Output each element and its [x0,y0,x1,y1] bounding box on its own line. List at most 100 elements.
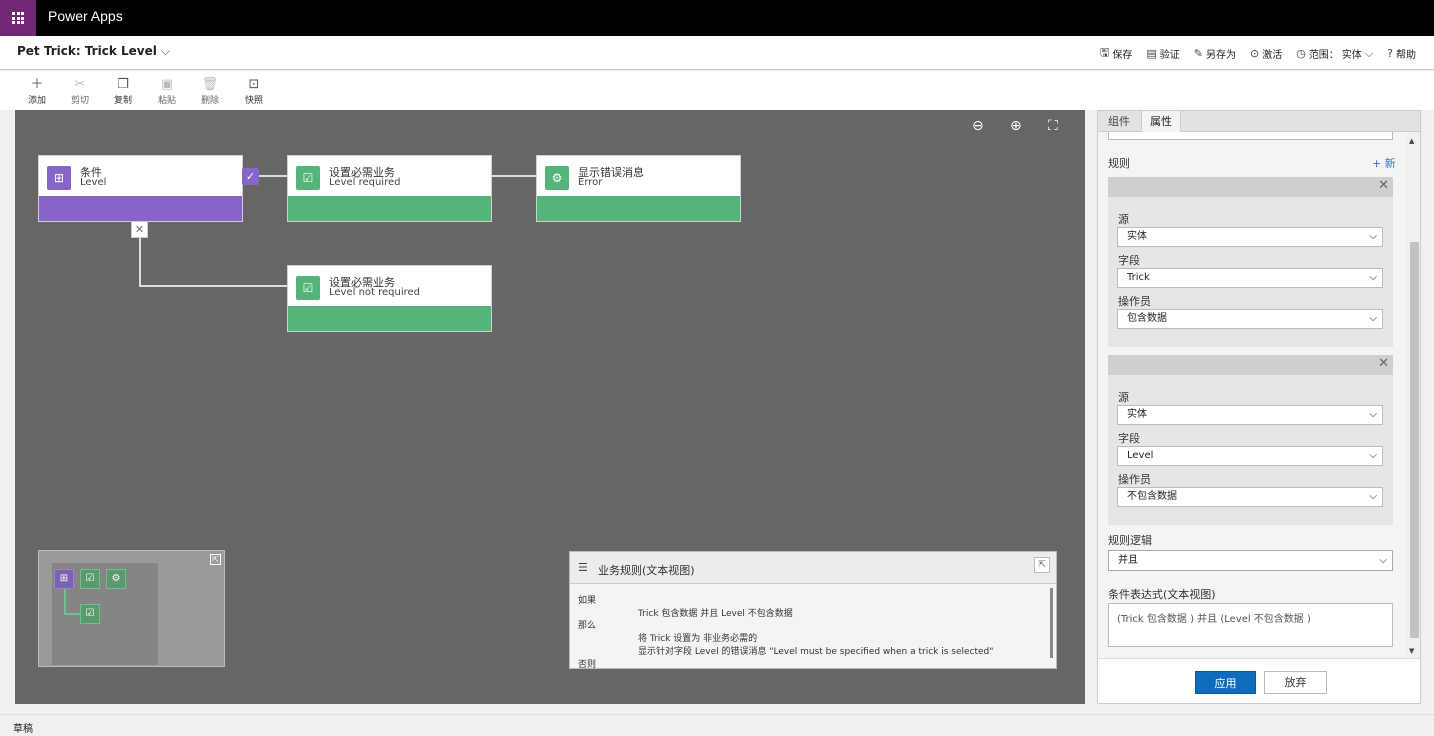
rule-name-dropdown[interactable]: Pet Trick: Trick Level ⌵ [17,44,170,59]
field-label: 字段 [1118,432,1140,445]
rule-logic-select[interactable]: 并且 ⌵ [1108,550,1393,571]
operator-select[interactable]: 不包含数据 ⌵ [1117,487,1383,507]
text-view-body: 如果 Trick 包含数据 并且 Level 不包含数据 那么 将 Trick … [570,585,1056,670]
chevron-down-icon: ⌵ [1369,231,1377,242]
fit-to-screen-icon[interactable]: ⛶ [1048,118,1058,134]
chevron-down-icon: ⌵ [1369,272,1377,283]
designer-canvas[interactable]: ⊖ ⊕ ⛶ ⊞ 条件 Level ✓ ✕ ☑ 设置必需业务 Level requ… [15,110,1085,704]
operator-select[interactable]: 包含数据 ⌵ [1117,309,1383,329]
business-rule-text-view: ☰ 业务规则(文本视图) ⇱ 如果 Trick 包含数据 并且 Level 不包… [569,551,1057,670]
app-title: Power Apps [48,8,123,24]
add-rule-link[interactable]: + 新 [1372,155,1396,171]
paste-button[interactable]: ▣ 粘贴 [152,77,182,106]
true-branch-check-icon[interactable]: ✓ [242,168,259,185]
node-subtitle: Level [80,177,107,188]
expand-icon[interactable]: ⇱ [210,554,221,565]
node-band [537,196,740,221]
save-button[interactable]: 🖫 保存 [1100,44,1132,63]
condition-node[interactable]: ⊞ 条件 Level [38,155,243,222]
cut-button[interactable]: ✂ 剪切 [65,77,95,106]
minimap-viewport[interactable]: ⊞ ☑ ⚙ ☑ [52,563,158,665]
panel-tabs: 组件 属性 [1098,111,1420,132]
error-message-icon: ⚙ [545,166,569,190]
minimap-connector [64,613,80,615]
help-icon: ? [1387,47,1393,60]
chevron-down-icon: ⌵ [1379,555,1387,566]
node-subtitle: Level not required [329,287,421,298]
delete-button[interactable]: 🗑 删除 [195,77,225,106]
scrollbar-thumb[interactable] [1410,242,1419,638]
operator-label: 操作员 [1118,473,1151,486]
connector-line [139,285,288,287]
chevron-down-icon: ⌵ [1369,409,1377,420]
top-bar: Power Apps [0,0,1434,36]
rule-condition-1: ✕ 源 实体 ⌵ 字段 Trick ⌵ 操作员 包含数据 ⌵ [1108,177,1393,347]
validate-icon: ▤ [1146,47,1157,60]
activate-button[interactable]: ⊙ 激活 [1250,44,1282,63]
copy-icon: ❐ [117,77,129,92]
expand-icon[interactable]: ⇱ [1034,557,1050,573]
app-launcher-icon[interactable] [0,0,36,36]
save-as-button[interactable]: ✎ 另存为 [1194,44,1236,63]
snapshot-button[interactable]: ⊡ 快照 [239,77,269,106]
list-icon: ☰ [578,561,588,574]
node-band [288,196,491,221]
help-button[interactable]: ? 帮助 [1387,44,1416,63]
field-select[interactable]: Trick ⌵ [1117,268,1383,288]
minimap[interactable]: ⇱ ⊞ ☑ ⚙ ☑ [38,550,225,667]
close-icon[interactable]: ✕ [1378,178,1389,193]
if-label: 如果 [578,596,597,606]
validate-button[interactable]: ▤ 验证 [1146,44,1179,63]
panel-footer: 应用 放弃 [1098,658,1420,703]
tab-components[interactable]: 组件 [1100,111,1138,132]
chevron-down-icon: ⌵ [1369,491,1377,502]
close-icon[interactable]: ✕ [1378,356,1389,371]
zoom-in-icon[interactable]: ⊕ [1010,118,1022,134]
else-label: 否则 [578,660,597,670]
zoom-out-icon[interactable]: ⊖ [972,118,984,134]
then-label: 那么 [578,621,597,631]
source-label: 源 [1118,391,1129,404]
node-subtitle: Error [578,177,603,188]
scissors-icon: ✂ [74,77,86,92]
scope-dropdown[interactable]: ◷ 范围： 实体 ⌵ [1296,44,1373,63]
discard-button[interactable]: 放弃 [1264,671,1327,694]
tab-properties[interactable]: 属性 [1141,111,1181,132]
status-text: 草稿 [13,724,33,735]
action-node-show-error[interactable]: ⚙ 显示错误消息 Error [536,155,741,222]
camera-icon: ⊡ [248,77,260,92]
add-button[interactable]: ＋ 添加 [22,77,52,106]
chevron-down-icon: ⌵ [160,44,170,58]
false-branch-x-icon[interactable]: ✕ [131,221,148,238]
checkbox-icon: ☑ [296,276,320,300]
name-input[interactable] [1108,132,1393,140]
minimap-action-node: ⚙ [106,569,126,589]
status-bar: 草稿 [0,714,1434,736]
apply-button[interactable]: 应用 [1195,671,1256,694]
scroll-down-icon[interactable]: ▼ [1409,647,1414,655]
rule-name: Pet Trick: Trick Level [17,44,157,58]
expression-label: 条件表达式(文本视图) [1108,588,1216,601]
scrollbar[interactable] [1050,588,1053,658]
connector-line [492,175,537,177]
minimap-connector [64,589,66,614]
text-view-title: 业务规则(文本视图) [598,564,695,577]
command-bar: 🖫 保存 ▤ 验证 ✎ 另存为 ⊙ 激活 ◷ 范围： 实体 ⌵ ? 帮助 [1100,44,1416,63]
expression-textarea[interactable]: (Trick 包含数据 ) 并且 (Level 不包含数据 ) [1108,603,1393,647]
source-select[interactable]: 实体 ⌵ [1117,227,1383,247]
scroll-up-icon[interactable]: ▲ [1409,137,1414,145]
then-text: 将 Trick 设置为 非业务必需的 [638,634,758,644]
field-select[interactable]: Level ⌵ [1117,446,1383,466]
toolbar: ＋ 添加 ✂ 剪切 ❐ 复制 ▣ 粘贴 🗑 删除 ⊡ 快照 [0,71,1434,110]
node-band [288,306,491,331]
minimap-condition-node: ⊞ [54,569,74,589]
action-node-set-required[interactable]: ☑ 设置必需业务 Level required [287,155,492,222]
clipboard-icon: ▣ [160,77,174,92]
checkbox-icon: ☑ [296,166,320,190]
copy-button[interactable]: ❐ 复制 [108,77,138,106]
panel-scrollbar[interactable]: ▲ ▼ [1406,132,1420,658]
minimap-action-node: ☑ [80,604,100,624]
then-text: 显示针对字段 Level 的错误消息 "Level must be specif… [638,647,994,657]
action-node-set-not-required[interactable]: ☑ 设置必需业务 Level not required [287,265,492,332]
source-select[interactable]: 实体 ⌵ [1117,405,1383,425]
